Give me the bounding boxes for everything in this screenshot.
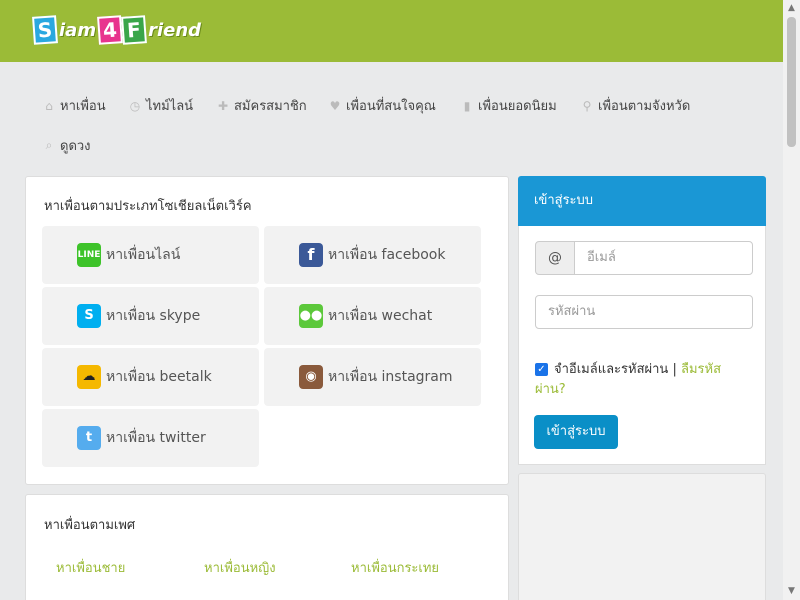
- find-twitter-button[interactable]: t หาเพื่อน twitter: [42, 409, 259, 467]
- map-marker-icon: ⚲: [582, 98, 592, 113]
- wechat-icon: ●●: [299, 304, 323, 328]
- nav-item-register[interactable]: ✚ สมัครสมาชิก: [216, 95, 307, 116]
- twitter-icon: t: [77, 426, 101, 450]
- nav-item-label: เพื่อนที่สนใจคุณ: [346, 99, 436, 114]
- login-panel-header: เข้าสู่ระบบ: [518, 176, 766, 226]
- find-line-button[interactable]: LINE หาเพื่อนไลน์: [42, 226, 259, 284]
- nav-item-by-province[interactable]: ⚲ เพื่อนตามจังหวัด: [580, 95, 691, 116]
- find-beetalk-label: หาเพื่อน beetalk: [106, 369, 212, 385]
- nav-item-interested-in-you[interactable]: ♥ เพื่อนที่สนใจคุณ: [328, 95, 436, 116]
- nav-item-popular[interactable]: ▮ เพื่อนยอดนิยม: [460, 95, 557, 116]
- find-male-link[interactable]: หาเพื่อนชาย: [56, 557, 125, 578]
- site-logo[interactable]: S iam 4 F riend: [32, 14, 203, 46]
- logo-letter-f: F: [121, 15, 148, 45]
- logo-text-riend: riend: [148, 19, 202, 41]
- line-icon: LINE: [77, 243, 101, 267]
- scroll-down-arrow-icon[interactable]: ▼: [783, 583, 800, 600]
- nav-item-horoscope[interactable]: ⌕ ดูดวง: [42, 135, 91, 156]
- nav-item-label: สมัครสมาชิก: [234, 99, 307, 114]
- nav-item-label: ดูดวง: [60, 139, 91, 154]
- plus-icon: ✚: [217, 98, 229, 113]
- find-beetalk-button[interactable]: ☁ หาเพื่อน beetalk: [42, 348, 259, 406]
- email-input[interactable]: อีเมล์: [574, 241, 753, 275]
- instagram-icon: ◉: [299, 365, 323, 389]
- social-panel-title: หาเพื่อนตามประเภทโซเชียลเน็ตเวิร์ค: [44, 199, 252, 214]
- nav-item-find-friends[interactable]: ⌂ หาเพื่อน: [42, 95, 106, 116]
- logo-number-4: 4: [97, 15, 124, 45]
- login-submit-button[interactable]: เข้าสู่ระบบ: [534, 415, 618, 449]
- find-wechat-button[interactable]: ●● หาเพื่อน wechat: [264, 287, 481, 345]
- facebook-icon: f: [299, 243, 323, 267]
- scroll-up-arrow-icon[interactable]: ▲: [783, 0, 800, 17]
- find-twitter-label: หาเพื่อน twitter: [106, 430, 206, 446]
- scrollbar-thumb[interactable]: [787, 17, 796, 147]
- search-icon: ⌕: [45, 138, 53, 152]
- remember-me-label: จำอีเมล์และรหัสผ่าน: [554, 362, 669, 377]
- logo-text-iam: iam: [59, 19, 97, 41]
- nav-item-timeline[interactable]: ◷ ไทม์ไลน์: [128, 95, 193, 116]
- logo-letter-s: S: [32, 15, 58, 45]
- site-header: S iam 4 F riend: [0, 0, 783, 62]
- nav-item-label: หาเพื่อน: [60, 99, 106, 114]
- remember-me-checkbox[interactable]: ✓: [535, 363, 548, 376]
- skype-icon: S: [77, 304, 101, 328]
- find-line-label: หาเพื่อนไลน์: [106, 247, 181, 263]
- side-widget-panel: [518, 473, 766, 600]
- page-scrollbar[interactable]: ▲ ▼: [783, 0, 800, 600]
- remember-separator: |: [672, 362, 677, 377]
- find-skype-label: หาเพื่อน skype: [106, 308, 201, 324]
- find-ladyboy-link[interactable]: หาเพื่อนกระเทย: [351, 557, 439, 578]
- nav-item-label: เพื่อนตามจังหวัด: [598, 99, 691, 114]
- login-form: @ อีเมล์ รหัสผ่าน ✓ จำอีเมล์และรหัสผ่าน |…: [518, 226, 766, 465]
- nav-item-label: เพื่อนยอดนิยม: [478, 99, 557, 114]
- home-icon: ⌂: [45, 98, 53, 113]
- beetalk-icon: ☁: [77, 365, 101, 389]
- find-wechat-label: หาเพื่อน wechat: [328, 308, 433, 324]
- find-skype-button[interactable]: S หาเพื่อน skype: [42, 287, 259, 345]
- find-facebook-label: หาเพื่อน facebook: [328, 247, 446, 263]
- nav-item-label: ไทม์ไลน์: [146, 99, 194, 114]
- email-at-addon: @: [535, 241, 575, 275]
- heart-icon: ♥: [329, 98, 341, 113]
- remember-me-row: ✓ จำอีเมล์และรหัสผ่าน | ลืมรหัสผ่าน?: [535, 360, 745, 400]
- social-network-panel: หาเพื่อนตามประเภทโซเชียลเน็ตเวิร์ค LINE …: [25, 176, 509, 485]
- clock-icon: ◷: [129, 98, 141, 113]
- password-input[interactable]: รหัสผ่าน: [535, 295, 753, 329]
- find-female-link[interactable]: หาเพื่อนหญิง: [204, 557, 276, 578]
- gender-panel: หาเพื่อนตามเพศ หาเพื่อนชาย หาเพื่อนหญิง …: [25, 494, 509, 600]
- find-facebook-button[interactable]: f หาเพื่อน facebook: [264, 226, 481, 284]
- bookmark-icon: ▮: [463, 98, 471, 113]
- gender-panel-title: หาเพื่อนตามเพศ: [44, 518, 136, 533]
- find-instagram-label: หาเพื่อน instagram: [328, 369, 453, 385]
- find-instagram-button[interactable]: ◉ หาเพื่อน instagram: [264, 348, 481, 406]
